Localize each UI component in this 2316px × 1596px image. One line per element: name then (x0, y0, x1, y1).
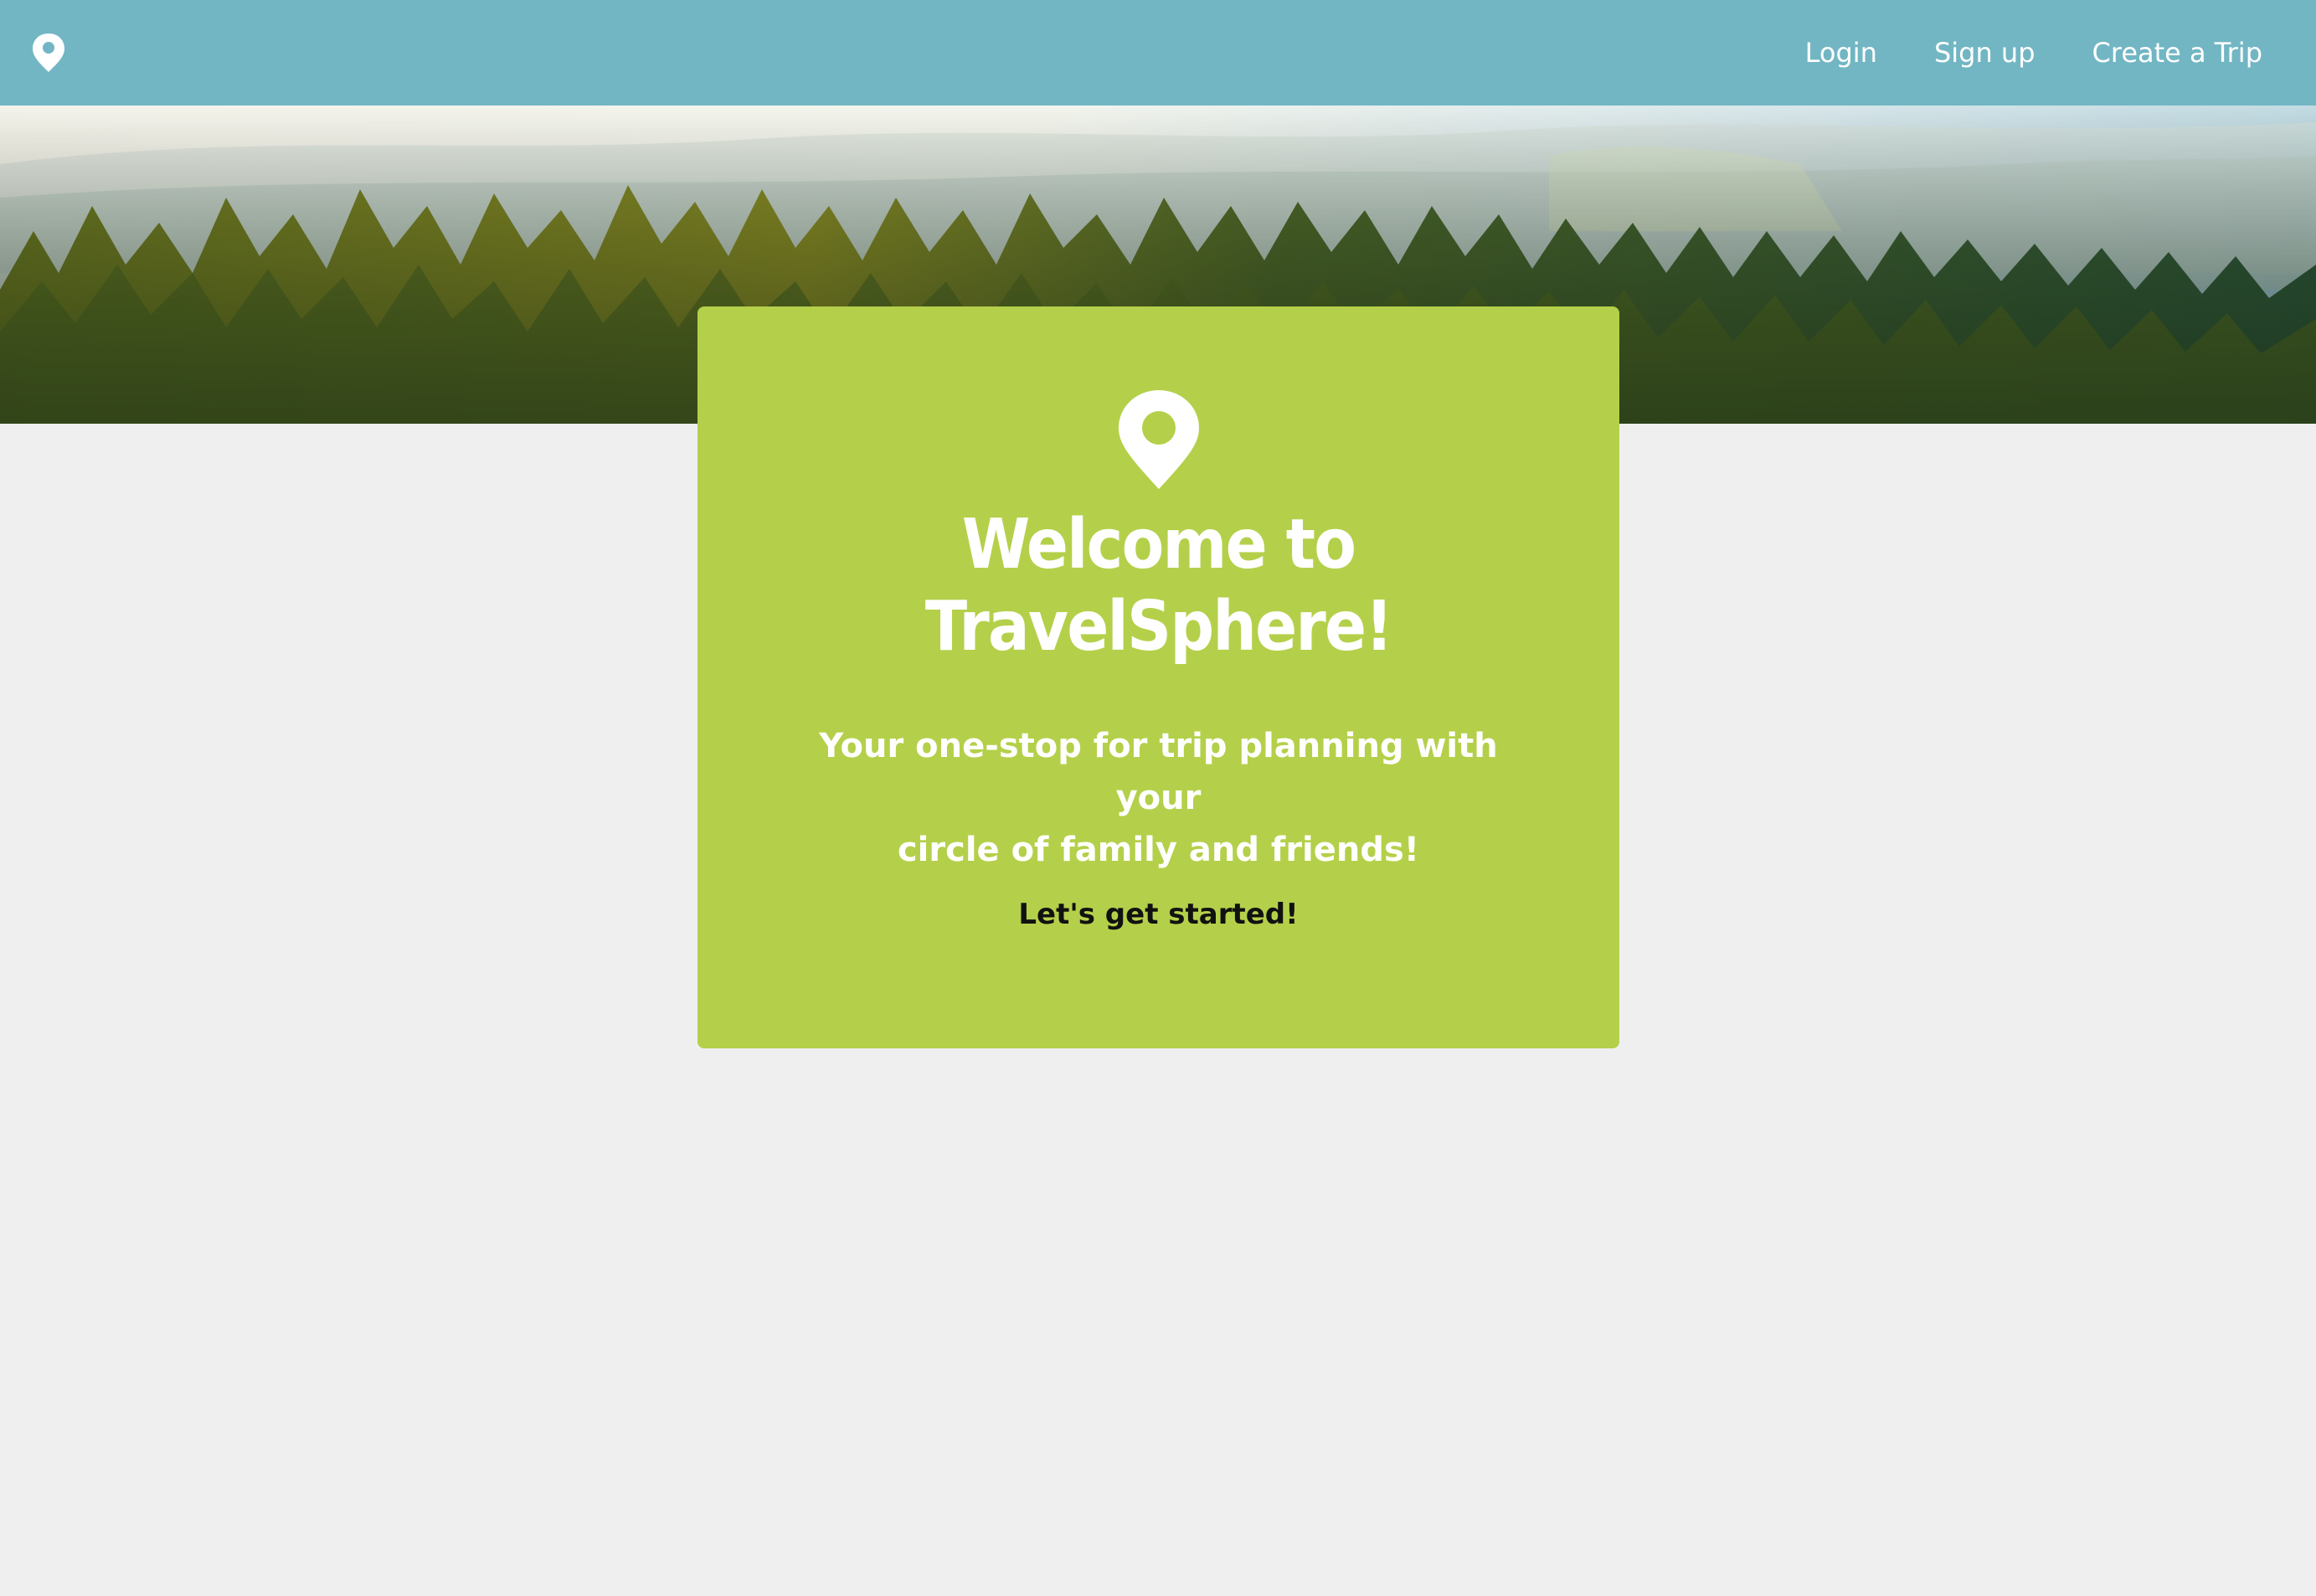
top-navbar: Login Sign up Create a Trip (0, 0, 2316, 106)
welcome-subtitle-line1: Your one-stop for trip planning with you… (819, 727, 1498, 817)
get-started-button[interactable]: Let's get started! (998, 884, 1318, 945)
welcome-card: Welcome to TravelSphere! Your one-stop f… (697, 306, 1619, 1048)
welcome-title: Welcome to TravelSphere! (744, 504, 1573, 668)
welcome-title-line1: Welcome to (961, 505, 1356, 584)
nav-link-signup[interactable]: Sign up (1934, 37, 2036, 69)
nav-link-login[interactable]: Login (1805, 37, 1877, 69)
nav-links: Login Sign up Create a Trip (1805, 37, 2262, 69)
map-pin-icon (1118, 390, 1199, 489)
nav-link-create-trip[interactable]: Create a Trip (2092, 37, 2262, 69)
welcome-subtitle: Your one-stop for trip planning with you… (790, 720, 1527, 876)
welcome-title-line2: TravelSphere! (924, 587, 1393, 667)
welcome-subtitle-line2: circle of family and friends! (897, 831, 1420, 869)
map-pin-icon[interactable] (30, 32, 67, 74)
